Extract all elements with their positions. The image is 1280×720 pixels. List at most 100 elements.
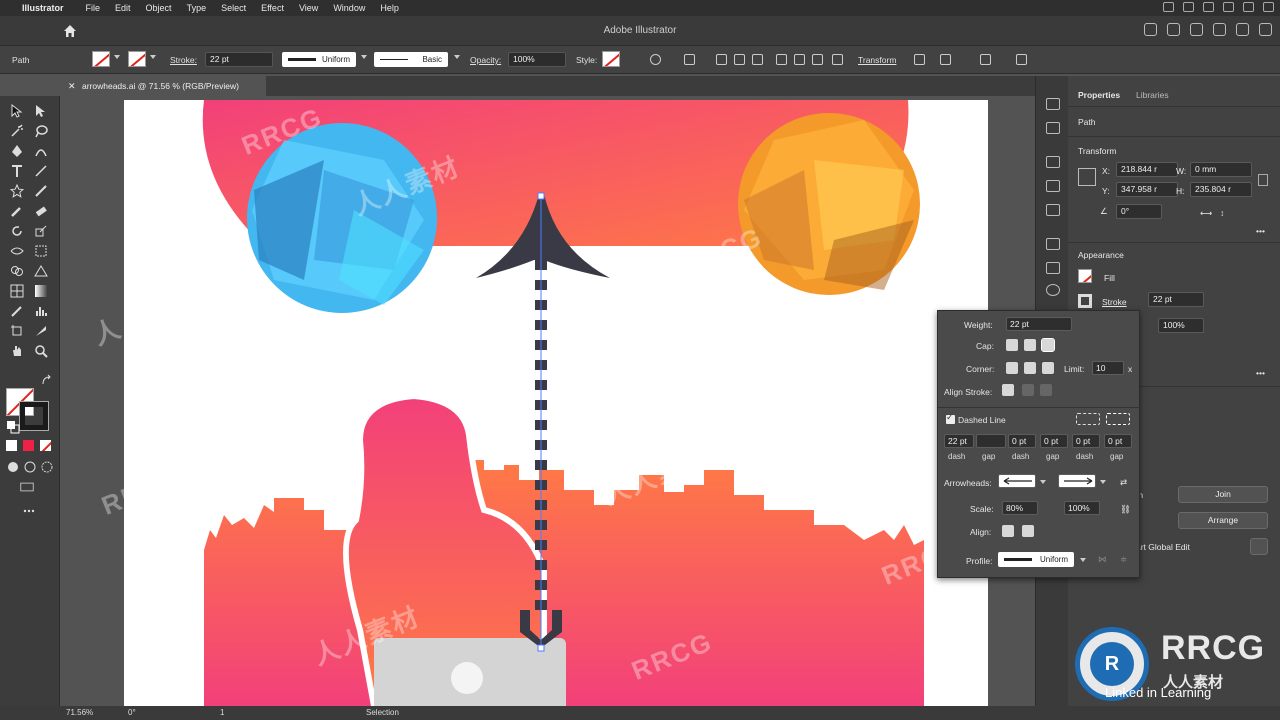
canvas-area[interactable]: RRCG 人人素材 RRCG 人人素材 RRCG 人人素材 RRCG 人人素材 … <box>60 96 1035 706</box>
status-icon[interactable] <box>1163 2 1174 12</box>
butt-cap-icon[interactable] <box>1006 339 1018 351</box>
more-tools-icon[interactable] <box>22 504 36 518</box>
arrange-docs-icon[interactable] <box>1259 23 1272 36</box>
more-options-icon[interactable]: ••• <box>1256 226 1265 236</box>
menu-select[interactable]: Select <box>221 3 246 13</box>
line-tool-icon[interactable] <box>34 164 48 178</box>
align-bottom-icon[interactable] <box>812 54 823 65</box>
link-scale-icon[interactable]: ⛓ <box>1120 504 1131 515</box>
status-icon[interactable] <box>1263 2 1274 12</box>
profile-select[interactable]: Uniform <box>998 552 1074 567</box>
recolor-icon[interactable] <box>650 54 661 65</box>
align-left-icon[interactable] <box>716 54 727 65</box>
menu-view[interactable]: View <box>299 3 318 13</box>
flip-horizontal-icon[interactable]: ⟷ <box>1200 208 1212 219</box>
rotate-view[interactable]: 0° <box>128 706 136 720</box>
stroke-link[interactable]: Stroke <box>1102 297 1127 307</box>
draw-normal-icon[interactable] <box>6 460 18 472</box>
flip-profile-icon[interactable]: ⋈ <box>1098 554 1107 565</box>
transform-link[interactable]: Transform <box>858 52 896 68</box>
default-colors-icon[interactable] <box>6 420 20 434</box>
x-field[interactable]: 218.844 r <box>1116 162 1178 177</box>
hand-tool-icon[interactable] <box>10 344 24 358</box>
draw-inside-icon[interactable] <box>40 460 53 473</box>
flip-profile-vertical-icon[interactable]: ≑ <box>1120 554 1127 565</box>
document-tab[interactable]: ✕ arrowheads.ai @ 71.56 % (RGB/Preview) <box>60 76 266 96</box>
anchor-point-top[interactable] <box>537 192 545 200</box>
swap-fill-stroke-icon[interactable] <box>40 374 54 388</box>
round-cap-icon[interactable] <box>1024 339 1036 351</box>
blue-gem-circle[interactable] <box>247 123 437 313</box>
align-middle-icon[interactable] <box>794 54 805 65</box>
align-to-icon[interactable] <box>684 54 695 65</box>
status-icon[interactable] <box>1243 2 1254 12</box>
h-field[interactable]: 235.804 r <box>1190 182 1252 197</box>
brush-definition[interactable]: Basic <box>374 52 448 67</box>
menu-effect[interactable]: Effect <box>261 3 284 13</box>
chevron-down-icon[interactable] <box>1040 480 1046 484</box>
perspective-grid-tool-icon[interactable] <box>34 264 48 278</box>
align-dashes-icon[interactable] <box>1106 413 1130 425</box>
arrange-button[interactable]: Arrange <box>1178 512 1268 529</box>
scale-tool-icon[interactable] <box>34 224 48 238</box>
chevron-down-icon[interactable] <box>454 55 460 59</box>
libraries-panel-icon[interactable] <box>1046 122 1060 134</box>
dash-2-field[interactable]: 0 pt <box>1008 434 1036 448</box>
align-center-stroke-icon[interactable] <box>1002 384 1014 396</box>
align-outside-stroke-icon[interactable] <box>1040 384 1052 396</box>
reference-point-icon[interactable] <box>1078 168 1096 186</box>
gap-3-field[interactable]: 0 pt <box>1104 434 1132 448</box>
rotate-field[interactable]: 0° <box>1116 204 1162 219</box>
chevron-down-icon[interactable] <box>150 55 156 59</box>
orange-gem-circle[interactable] <box>738 113 920 295</box>
artboard[interactable] <box>124 100 988 706</box>
align-center-icon[interactable] <box>734 54 745 65</box>
lasso-tool-icon[interactable] <box>34 124 48 138</box>
type-tool-icon[interactable] <box>10 164 24 178</box>
align-top-icon[interactable] <box>776 54 787 65</box>
limit-field[interactable]: 10 <box>1092 361 1124 375</box>
align-right-icon[interactable] <box>752 54 763 65</box>
extend-arrow-tip-icon[interactable] <box>1002 525 1014 537</box>
start-arrowhead-select[interactable] <box>998 474 1036 488</box>
shaper-tool-icon[interactable] <box>10 204 24 218</box>
selection-tool-icon[interactable] <box>10 103 24 118</box>
projecting-cap-icon[interactable] <box>1041 338 1055 352</box>
none-mode-icon[interactable] <box>40 440 51 451</box>
transparency-panel-icon[interactable] <box>1046 262 1060 274</box>
appearance-stroke-weight[interactable]: 22 pt <box>1148 292 1204 307</box>
free-transform-tool-icon[interactable] <box>34 244 48 258</box>
chevron-down-icon[interactable] <box>361 55 367 59</box>
star-tool-icon[interactable] <box>9 183 25 198</box>
anchor-point-bottom[interactable] <box>537 644 545 652</box>
place-arrow-tip-icon[interactable] <box>1022 525 1034 537</box>
app-menu-name[interactable]: Illustrator <box>22 3 64 13</box>
stroke-weight-field[interactable]: 22 pt <box>205 52 273 67</box>
menu-object[interactable]: Object <box>146 3 172 13</box>
chevron-down-icon[interactable] <box>114 55 120 59</box>
dashed-line-checkbox[interactable] <box>946 412 955 424</box>
chevron-down-icon[interactable] <box>1080 558 1086 562</box>
workspace-icon[interactable] <box>1236 23 1249 36</box>
menu-help[interactable]: Help <box>380 3 399 13</box>
eyedropper-tool-icon[interactable] <box>10 304 24 318</box>
w-field[interactable]: 0 mm <box>1190 162 1252 177</box>
puppet-icon[interactable] <box>1046 180 1060 192</box>
stroke-swatch[interactable] <box>128 51 146 67</box>
variable-width-profile[interactable]: Uniform <box>282 52 356 67</box>
account-icon[interactable] <box>1190 23 1203 36</box>
menu-window[interactable]: Window <box>333 3 365 13</box>
width-tool-icon[interactable] <box>10 244 24 258</box>
rotate-tool-icon[interactable] <box>10 224 24 238</box>
chevron-down-icon[interactable] <box>1100 480 1106 484</box>
direct-selection-tool-icon[interactable] <box>34 104 48 118</box>
screen-mode-icon[interactable] <box>20 480 38 492</box>
eraser-tool-icon[interactable] <box>34 204 48 218</box>
symbols-icon[interactable] <box>1046 204 1060 216</box>
comment-icon[interactable] <box>1167 23 1180 36</box>
graphic-style-swatch[interactable] <box>602 51 620 67</box>
mask-icon[interactable] <box>940 54 951 65</box>
start-global-edit-label[interactable]: art Global Edit <box>1136 542 1190 552</box>
more-options-icon[interactable]: ••• <box>1256 368 1265 378</box>
slice-tool-icon[interactable] <box>34 324 48 338</box>
